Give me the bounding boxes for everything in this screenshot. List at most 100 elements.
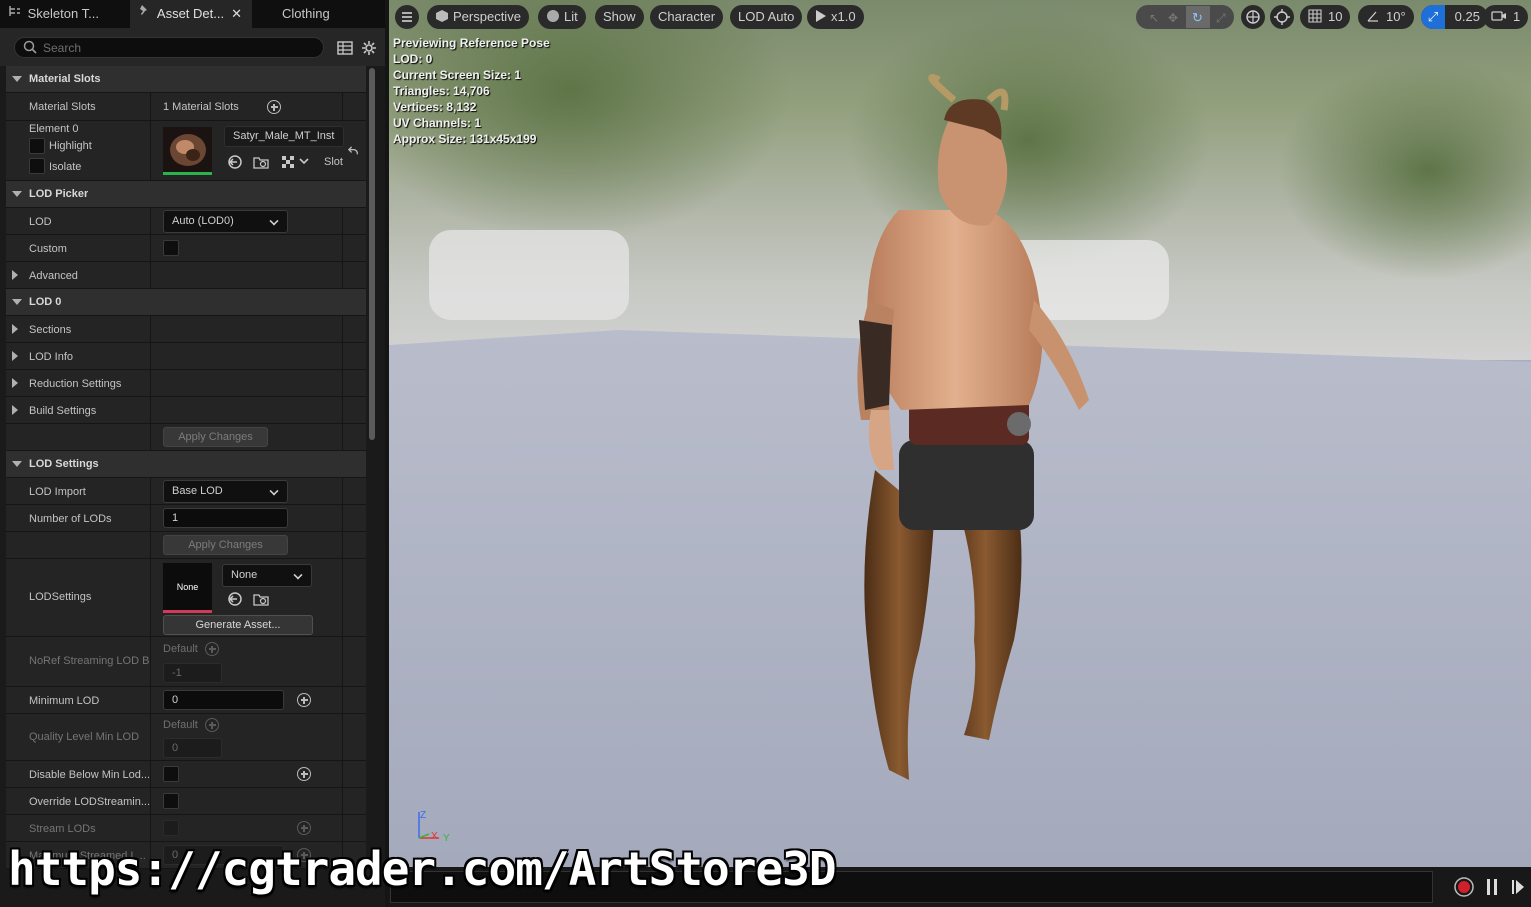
material-name: Satyr_Male_MT_Inst [233,130,335,142]
chevron-down-icon [269,486,279,496]
default-label: Default [163,643,198,655]
apply-changes-button-2[interactable]: Apply Changes [163,535,288,555]
lit-button[interactable]: Lit [538,5,586,29]
camera-speed-button[interactable]: 1 [1483,5,1529,29]
build-settings-row[interactable]: Build Settings [6,397,366,424]
world-local-button[interactable] [1241,5,1265,29]
camera-speed-value: 1 [1513,9,1521,24]
apply-changes-button[interactable]: Apply Changes [163,427,268,447]
scrollbar-thumb[interactable] [369,68,375,440]
lod-dropdown[interactable]: Auto (LOD0) [163,210,288,233]
tab-skeleton-tree[interactable]: Skeleton T... [0,0,128,28]
add-override-icon[interactable] [297,693,311,707]
cube-icon [436,10,448,22]
surface-snap-button[interactable] [1270,5,1294,29]
grid-snap-button[interactable]: 10 [1300,5,1351,29]
collapse-arrow-icon[interactable] [12,299,22,305]
advanced-row[interactable]: Advanced [6,262,366,289]
override-streaming-checkbox[interactable] [163,793,179,809]
lodsettings-dropdown[interactable]: None [222,564,312,587]
collapse-arrow-icon[interactable] [12,76,22,82]
tab-asset-details[interactable]: Asset Det... ✕ [130,0,252,28]
expand-arrow-icon[interactable] [12,351,18,361]
checker-texture-icon[interactable] [280,154,296,170]
minimum-lod-field[interactable]: 0 [163,690,284,710]
scrollbar[interactable] [368,66,376,441]
add-override-icon[interactable] [297,767,311,781]
quality-level-row: Quality Level Min LOD Default 0 [6,714,366,761]
scale-snap-button[interactable]: ⤢ 0.25 [1421,5,1488,29]
number-of-lods-field[interactable]: 1 [163,508,288,528]
skeleton-icon [8,0,24,28]
material-name-field[interactable]: Satyr_Male_MT_Inst [224,126,344,147]
custom-checkbox[interactable] [163,240,179,256]
sections-row[interactable]: Sections [6,316,366,343]
tab-clothing[interactable]: Clothing [274,0,364,28]
expand-arrow-icon[interactable] [12,270,18,280]
property-label: Stream LODs [29,823,96,835]
rotation-snap-button[interactable]: 10° [1358,5,1414,29]
material-thumbnail[interactable] [163,127,212,175]
browse-folder-icon[interactable] [253,154,269,170]
property-label: Material Slots [29,101,96,113]
disable-below-checkbox[interactable] [163,766,179,782]
add-override-icon[interactable] [205,718,219,732]
slot-label: Slot [324,156,343,168]
expand-arrow-icon[interactable] [12,378,18,388]
lod-row: LOD Auto (LOD0) [6,208,366,235]
reset-arrow-icon[interactable] [347,145,360,158]
show-button[interactable]: Show [595,5,644,29]
character-button[interactable]: Character [650,5,724,29]
stat-line: Vertices: 8,132 [393,100,477,114]
property-label: Minimum LOD [29,695,100,707]
category-lod-picker[interactable]: LOD Picker [6,181,366,208]
gear-icon[interactable] [361,40,377,56]
search-input[interactable] [43,40,313,55]
default-label: Default [163,719,198,731]
pause-icon[interactable] [1484,877,1500,897]
lod-auto-button[interactable]: LOD Auto [730,5,803,29]
play-speed-button[interactable]: x1.0 [807,5,864,29]
collapse-arrow-icon[interactable] [12,461,22,467]
chevron-down-icon[interactable] [298,155,310,167]
tab-label: Clothing [282,6,330,21]
record-icon[interactable] [1453,876,1475,898]
add-override-icon[interactable] [297,821,311,835]
property-label: Disable Below Min Lod... [29,769,151,781]
perspective-label: Perspective [453,9,521,24]
browse-folder-icon[interactable] [253,591,269,607]
add-override-icon[interactable] [205,642,219,656]
generate-asset-button[interactable]: Generate Asset... [163,615,313,635]
close-icon[interactable]: ✕ [231,0,242,28]
step-forward-icon[interactable] [1510,877,1526,897]
snap-icon [1274,9,1290,25]
use-selected-icon[interactable] [227,154,243,170]
perspective-button[interactable]: Perspective [427,5,529,29]
lod-import-row: LOD Import Base LOD [6,478,366,505]
expand-arrow-icon[interactable] [12,405,18,415]
isolate-checkbox[interactable] [29,158,45,174]
lod-import-dropdown[interactable]: Base LOD [163,480,288,503]
category-title: LOD Settings [29,458,99,470]
highlight-checkbox[interactable] [29,138,45,154]
lodsettings-thumbnail[interactable]: None [163,563,212,613]
transform-mode-group[interactable]: ↖ ✥ ↻ ⤢ [1136,5,1234,29]
reduction-settings-row[interactable]: Reduction Settings [6,370,366,397]
category-lod0[interactable]: LOD 0 [6,289,366,316]
collapse-arrow-icon[interactable] [12,191,22,197]
custom-row: Custom [6,235,366,262]
viewport[interactable] [389,0,1531,867]
use-selected-icon[interactable] [227,591,243,607]
minimum-lod-row: Minimum LOD 0 [6,687,366,714]
search-box[interactable] [14,37,324,58]
stat-line: Triangles: 14,706 [393,84,490,98]
hamburger-menu-button[interactable] [395,5,419,29]
category-material-slots[interactable]: Material Slots [6,66,366,93]
expand-arrow-icon[interactable] [12,324,18,334]
category-lod-settings[interactable]: LOD Settings [6,451,366,478]
table-view-icon[interactable] [337,40,353,56]
property-label: Reduction Settings [29,378,122,390]
lod-info-row[interactable]: LOD Info [6,343,366,370]
scale-snap-value: 0.25 [1454,9,1480,24]
add-material-slot-icon[interactable] [267,100,281,114]
